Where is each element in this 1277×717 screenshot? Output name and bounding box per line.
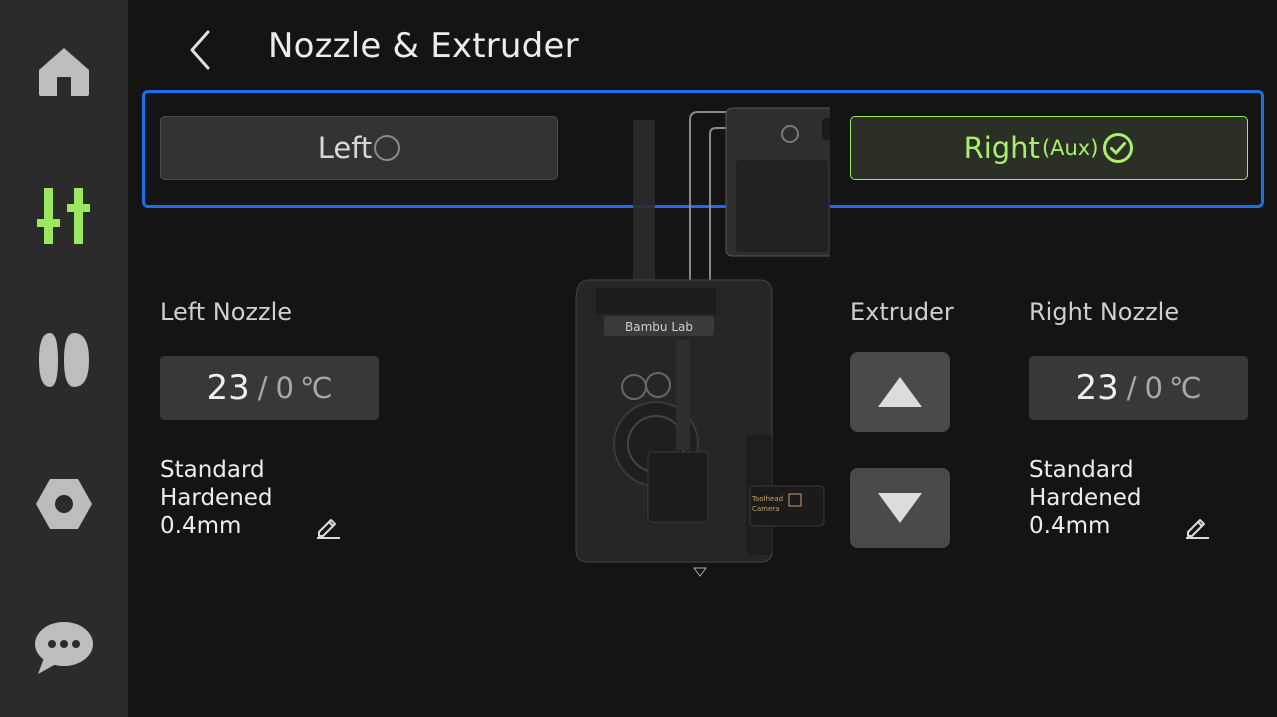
page-title: Nozzle & Extruder bbox=[268, 26, 579, 66]
printer-brand-text: Bambu Lab bbox=[625, 320, 693, 334]
pencil-icon bbox=[317, 519, 340, 539]
left-nozzle-select-button[interactable]: Left bbox=[160, 116, 558, 180]
right-nozzle-temp-separator: / bbox=[1126, 371, 1137, 405]
right-select-label: Right bbox=[963, 131, 1040, 165]
right-nozzle-material: Hardened bbox=[1029, 485, 1142, 511]
check-circle-icon bbox=[1103, 133, 1134, 163]
controls-icon bbox=[37, 188, 90, 244]
home-icon bbox=[39, 48, 89, 96]
printer-illustration: Bambu Lab Toolhead Camera bbox=[575, 107, 830, 577]
triangle-down-icon bbox=[878, 493, 922, 523]
left-nozzle-material: Hardened bbox=[160, 485, 273, 511]
right-nozzle-diameter: 0.4mm bbox=[1029, 513, 1111, 539]
sidebar bbox=[0, 0, 128, 717]
nav-controls[interactable] bbox=[0, 166, 128, 266]
right-nozzle-temp-field[interactable]: 23 / 0 ℃ bbox=[1029, 356, 1248, 420]
right-nozzle-title: Right Nozzle bbox=[1029, 298, 1180, 326]
left-nozzle-temp-field[interactable]: 23 / 0 ℃ bbox=[160, 356, 379, 420]
left-select-label: Left bbox=[317, 131, 373, 165]
radio-unchecked-icon bbox=[374, 135, 401, 161]
extruder-up-button[interactable] bbox=[850, 352, 950, 432]
extruder-title: Extruder bbox=[850, 298, 954, 326]
nav-settings[interactable] bbox=[0, 454, 128, 554]
right-select-suffix: (Aux) bbox=[1041, 136, 1099, 160]
camera-label-line1: Toolhead bbox=[751, 495, 783, 503]
right-nozzle-edit-button[interactable] bbox=[1183, 512, 1211, 540]
back-button[interactable] bbox=[180, 26, 220, 74]
nav-home[interactable] bbox=[0, 22, 128, 122]
right-nozzle-target-temp: 0 bbox=[1144, 371, 1163, 405]
filament-spool-icon bbox=[39, 333, 89, 387]
pencil-icon bbox=[1186, 519, 1209, 539]
triangle-up-icon bbox=[878, 377, 922, 407]
left-nozzle-type: Standard bbox=[160, 457, 265, 483]
left-nozzle-temp-separator: / bbox=[257, 371, 268, 405]
right-nozzle-info: Standard Hardened 0.4mm bbox=[1029, 456, 1142, 540]
right-nozzle-temp-unit: ℃ bbox=[1168, 371, 1202, 405]
left-nozzle-current-temp: 23 bbox=[206, 368, 250, 408]
right-nozzle-select-button[interactable]: Right (Aux) bbox=[850, 116, 1248, 180]
right-nozzle-current-temp: 23 bbox=[1075, 368, 1119, 408]
nav-chat[interactable] bbox=[0, 598, 128, 698]
chevron-left-icon bbox=[190, 30, 210, 70]
left-nozzle-temp-unit: ℃ bbox=[299, 371, 333, 405]
chat-icon bbox=[35, 622, 93, 674]
nav-filament[interactable] bbox=[0, 310, 128, 410]
left-nozzle-edit-button[interactable] bbox=[314, 512, 342, 540]
extruder-down-button[interactable] bbox=[850, 468, 950, 548]
left-nozzle-target-temp: 0 bbox=[275, 371, 294, 405]
left-nozzle-title: Left Nozzle bbox=[160, 298, 293, 326]
settings-hex-icon bbox=[36, 479, 92, 529]
left-nozzle-diameter: 0.4mm bbox=[160, 513, 242, 539]
camera-label-line2: Camera bbox=[752, 505, 779, 513]
right-nozzle-type: Standard bbox=[1029, 457, 1134, 483]
left-nozzle-info: Standard Hardened 0.4mm bbox=[160, 456, 273, 540]
